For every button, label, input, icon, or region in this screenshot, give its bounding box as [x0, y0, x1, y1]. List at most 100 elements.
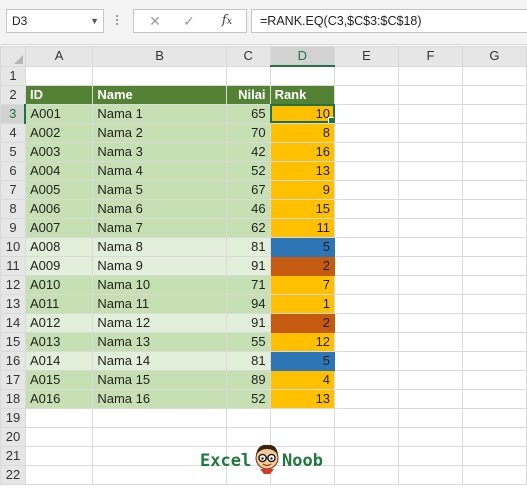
cell-id[interactable]: A012: [24, 312, 94, 333]
insert-function-icon[interactable]: fx: [212, 10, 242, 32]
row-header-12[interactable]: 12: [0, 274, 26, 295]
cell-name[interactable]: Nama 5: [92, 179, 227, 200]
cell-name[interactable]: Nama 8: [92, 236, 227, 257]
empty-cell[interactable]: [334, 141, 399, 162]
empty-cell[interactable]: [461, 255, 527, 276]
empty-cell[interactable]: [398, 331, 463, 352]
cell-id[interactable]: A015: [24, 369, 94, 390]
cell-id[interactable]: A013: [24, 331, 94, 352]
empty-cell[interactable]: [398, 160, 463, 181]
empty-cell[interactable]: [398, 388, 463, 409]
empty-cell[interactable]: [334, 331, 399, 352]
cell-nilai[interactable]: 62: [225, 217, 271, 238]
cell-nilai[interactable]: 52: [225, 388, 271, 409]
cell-id[interactable]: A007: [24, 217, 94, 238]
empty-cell[interactable]: [461, 445, 527, 466]
cell-nilai[interactable]: 42: [225, 141, 271, 162]
empty-cell[interactable]: [24, 407, 94, 428]
name-box[interactable]: D3 ▼: [6, 9, 104, 33]
cell-id[interactable]: A003: [24, 141, 94, 162]
empty-cell[interactable]: [225, 65, 271, 86]
cell-name[interactable]: Nama 15: [92, 369, 227, 390]
cell-name[interactable]: Nama 6: [92, 198, 227, 219]
cell-name[interactable]: Nama 3: [92, 141, 227, 162]
row-header-4[interactable]: 4: [0, 122, 26, 143]
cell-id[interactable]: A008: [24, 236, 94, 257]
empty-cell[interactable]: [398, 217, 463, 238]
empty-cell[interactable]: [398, 236, 463, 257]
column-header-e[interactable]: E: [334, 46, 399, 67]
cell-name[interactable]: Nama 4: [92, 160, 227, 181]
cell-rank[interactable]: 11: [269, 217, 336, 238]
empty-cell[interactable]: [461, 122, 527, 143]
empty-cell[interactable]: [92, 65, 227, 86]
cell-name[interactable]: Nama 11: [92, 293, 227, 314]
cell-rank[interactable]: 2: [269, 312, 336, 333]
empty-cell[interactable]: [225, 407, 271, 428]
empty-cell[interactable]: [398, 464, 463, 485]
empty-cell[interactable]: [334, 198, 399, 219]
cell-rank[interactable]: 5: [269, 236, 336, 257]
empty-cell[interactable]: [398, 179, 463, 200]
empty-cell[interactable]: [461, 274, 527, 295]
empty-cell[interactable]: [461, 141, 527, 162]
empty-cell[interactable]: [461, 236, 527, 257]
empty-cell[interactable]: [461, 293, 527, 314]
cell-id[interactable]: A010: [24, 274, 94, 295]
empty-cell[interactable]: [398, 255, 463, 276]
empty-cell[interactable]: [334, 103, 399, 124]
cell-rank[interactable]: 15: [269, 198, 336, 219]
row-header-19[interactable]: 19: [0, 407, 26, 428]
cell-name[interactable]: Nama 13: [92, 331, 227, 352]
column-header-b[interactable]: B: [92, 46, 227, 67]
empty-cell[interactable]: [461, 312, 527, 333]
cell-rank[interactable]: 16: [269, 141, 336, 162]
empty-cell[interactable]: [461, 426, 527, 447]
empty-cell[interactable]: [398, 274, 463, 295]
row-header-7[interactable]: 7: [0, 179, 26, 200]
cell-nilai[interactable]: 81: [225, 236, 271, 257]
empty-cell[interactable]: [334, 160, 399, 181]
empty-cell[interactable]: [92, 407, 227, 428]
formula-input[interactable]: =RANK.EQ(C3,$C$3:$C$18): [251, 9, 527, 33]
empty-cell[interactable]: [461, 84, 527, 105]
empty-cell[interactable]: [461, 388, 527, 409]
column-header-c[interactable]: C: [225, 46, 271, 67]
empty-cell[interactable]: [461, 103, 527, 124]
check-icon[interactable]: ✓: [174, 10, 204, 32]
row-header-3[interactable]: 3: [0, 103, 27, 124]
empty-cell[interactable]: [461, 160, 527, 181]
empty-cell[interactable]: [334, 407, 399, 428]
column-header-d[interactable]: D: [269, 46, 336, 67]
empty-cell[interactable]: [398, 65, 463, 86]
cell-nilai[interactable]: 46: [225, 198, 271, 219]
active-cell[interactable]: 10: [269, 103, 336, 124]
empty-cell[interactable]: [334, 217, 399, 238]
row-header-8[interactable]: 8: [0, 198, 26, 219]
cell-rank[interactable]: 7: [269, 274, 336, 295]
cell-id[interactable]: A009: [24, 255, 94, 276]
cell-name[interactable]: Nama 16: [92, 388, 227, 409]
empty-cell[interactable]: [461, 65, 527, 86]
cell-id[interactable]: A004: [24, 160, 94, 181]
cell-id[interactable]: A005: [24, 179, 94, 200]
empty-cell[interactable]: [334, 122, 399, 143]
chevron-down-icon[interactable]: ▼: [90, 10, 99, 32]
cell-nilai[interactable]: 55: [225, 331, 271, 352]
cell-id[interactable]: A016: [24, 388, 94, 409]
empty-cell[interactable]: [398, 369, 463, 390]
empty-cell[interactable]: [24, 445, 94, 466]
row-header-11[interactable]: 11: [0, 255, 26, 276]
empty-cell[interactable]: [461, 369, 527, 390]
cell-id[interactable]: A006: [24, 198, 94, 219]
row-header-10[interactable]: 10: [0, 236, 26, 257]
empty-cell[interactable]: [334, 274, 399, 295]
cell-rank[interactable]: 5: [269, 350, 336, 371]
empty-cell[interactable]: [398, 103, 463, 124]
row-header-14[interactable]: 14: [0, 312, 26, 333]
empty-cell[interactable]: [24, 426, 94, 447]
fill-handle[interactable]: [328, 116, 334, 122]
row-header-2[interactable]: 2: [0, 84, 26, 105]
cell-nilai[interactable]: 91: [225, 312, 271, 333]
empty-cell[interactable]: [334, 236, 399, 257]
